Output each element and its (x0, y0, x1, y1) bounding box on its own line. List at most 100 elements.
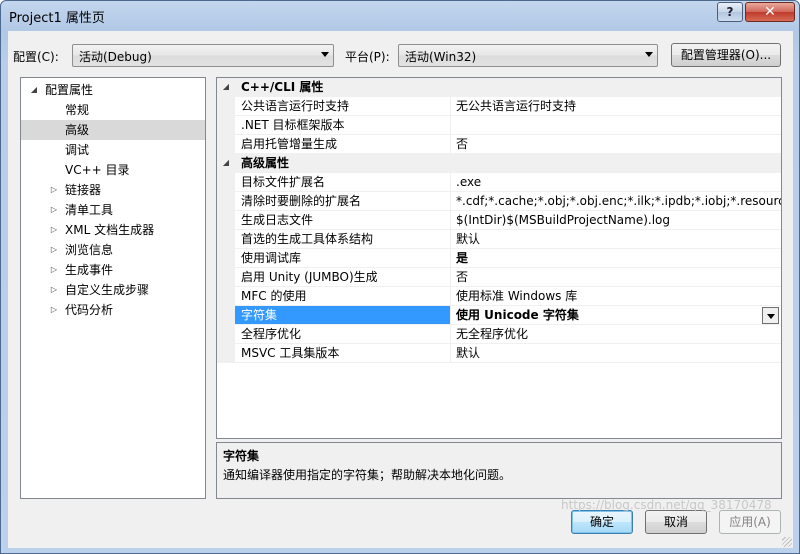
dialog-window: Project1 属性页 ? ✕ 配置(C): 活动(Debug) 平台(P):… (0, 0, 800, 554)
help-button[interactable]: ? (717, 2, 743, 22)
description-text: 通知编译器使用指定的字符集；帮助解决本地化问题。 (223, 468, 512, 482)
configuration-value: 活动(Debug) (79, 50, 152, 64)
property-name: .NET 目标框架版本 (235, 116, 451, 135)
tree-item-general[interactable]: 常规 (21, 100, 205, 120)
tree-item-xml-doc-generator[interactable]: ▷ XML 文档生成器 (21, 220, 205, 240)
property-value[interactable]: 使用 Unicode 字符集 (451, 306, 781, 325)
property-row[interactable]: 启用 Unity (JUMBO)生成 否 (217, 268, 781, 287)
property-name: 目标文件扩展名 (235, 173, 451, 192)
expand-icon[interactable]: ▷ (49, 220, 59, 240)
resize-grip-icon[interactable] (782, 537, 792, 547)
property-value[interactable]: 使用标准 Windows 库 (451, 287, 781, 306)
configuration-manager-button[interactable]: 配置管理器(O)... (671, 43, 781, 67)
apply-button[interactable]: 应用(A) (719, 510, 781, 534)
property-name: 全程序优化 (235, 325, 451, 344)
row-gutter (217, 230, 235, 249)
expand-icon[interactable]: ▷ (49, 240, 59, 260)
row-gutter (217, 306, 235, 325)
collapse-icon[interactable]: ◢ (217, 78, 235, 97)
property-row[interactable]: 使用调试库 是 (217, 249, 781, 268)
property-row-selected[interactable]: 字符集 使用 Unicode 字符集 (217, 306, 781, 325)
property-row[interactable]: 清除时要删除的扩展名 *.cdf;*.cache;*.obj;*.obj.enc… (217, 192, 781, 211)
tree-item-label: 自定义生成步骤 (65, 283, 150, 297)
platform-dropdown[interactable]: 活动(Win32) (398, 44, 658, 67)
tree-item-advanced[interactable]: 高级 (21, 120, 205, 140)
property-name: MSVC 工具集版本 (235, 344, 451, 363)
property-value[interactable]: 无公共语言运行时支持 (451, 97, 781, 116)
property-value[interactable]: .exe (451, 173, 781, 192)
category-name: 高级属性 (241, 156, 290, 170)
configuration-dropdown[interactable]: 活动(Debug) (72, 44, 334, 67)
property-row[interactable]: 首选的生成工具体系结构 默认 (217, 230, 781, 249)
expand-icon[interactable]: ▷ (49, 200, 59, 220)
expand-icon[interactable]: ▷ (49, 300, 59, 320)
property-name: 使用调试库 (235, 249, 451, 268)
collapse-icon[interactable]: ◢ (29, 80, 39, 100)
property-category-tree[interactable]: ◢ 配置属性 常规 高级 调试 VC++ 目录 ▷ 链接器 ▷ 清单工具 ▷ X… (20, 77, 206, 499)
expand-icon[interactable]: ▷ (49, 260, 59, 280)
property-name: 启用 Unity (JUMBO)生成 (235, 268, 451, 287)
chevron-down-icon (321, 52, 329, 57)
property-row[interactable]: MSVC 工具集版本 默认 (217, 344, 781, 363)
property-row[interactable]: .NET 目标框架版本 (217, 116, 781, 135)
row-gutter (217, 135, 235, 154)
title-bar[interactable]: Project1 属性页 ? ✕ (1, 1, 799, 31)
value-dropdown-button[interactable] (762, 307, 779, 324)
tree-item-configuration-properties[interactable]: ◢ 配置属性 (21, 80, 205, 100)
expand-icon[interactable]: ▷ (49, 180, 59, 200)
cancel-button[interactable]: 取消 (645, 510, 707, 534)
property-row[interactable]: 全程序优化 无全程序优化 (217, 325, 781, 344)
tree-item-manifest-tool[interactable]: ▷ 清单工具 (21, 200, 205, 220)
tree-item-linker[interactable]: ▷ 链接器 (21, 180, 205, 200)
window-title: Project1 属性页 (9, 11, 105, 26)
tree-item-label: 高级 (65, 123, 90, 137)
property-row[interactable]: MFC 的使用 使用标准 Windows 库 (217, 287, 781, 306)
tree-item-label: 代码分析 (65, 303, 114, 317)
tree-item-vc-directories[interactable]: VC++ 目录 (21, 160, 205, 180)
property-row[interactable]: 目标文件扩展名 .exe (217, 173, 781, 192)
property-name: 公共语言运行时支持 (235, 97, 451, 116)
tree-item-code-analysis[interactable]: ▷ 代码分析 (21, 300, 205, 320)
tree-item-label: 常规 (65, 103, 90, 117)
configuration-label: 配置(C): (13, 50, 59, 64)
row-gutter (217, 268, 235, 287)
property-name: 首选的生成工具体系结构 (235, 230, 451, 249)
ok-button[interactable]: 确定 (571, 510, 633, 534)
category-name: C++/CLI 属性 (241, 80, 324, 94)
property-row[interactable]: 启用托管增量生成 否 (217, 135, 781, 154)
tree-item-custom-build-step[interactable]: ▷ 自定义生成步骤 (21, 280, 205, 300)
category-row[interactable]: ◢ C++/CLI 属性 (217, 78, 781, 97)
property-name: 字符集 (235, 306, 451, 325)
expand-icon[interactable]: ▷ (49, 280, 59, 300)
tree-item-build-events[interactable]: ▷ 生成事件 (21, 260, 205, 280)
tree-item-label: XML 文档生成器 (65, 223, 155, 237)
collapse-icon[interactable]: ◢ (217, 154, 235, 173)
tree-item-label: 调试 (65, 143, 90, 157)
platform-label: 平台(P): (345, 50, 390, 64)
watermark: https://blog.csdn.net/qq_38170478 (561, 498, 772, 512)
property-value[interactable]: 否 (451, 268, 781, 287)
property-value[interactable]: 无全程序优化 (451, 325, 781, 344)
property-name: 启用托管增量生成 (235, 135, 451, 154)
property-value[interactable]: 默认 (451, 344, 781, 363)
tree-item-label: VC++ 目录 (65, 163, 130, 177)
tree-item-debugging[interactable]: 调试 (21, 140, 205, 160)
description-pane: 字符集 通知编译器使用指定的字符集；帮助解决本地化问题。 (216, 442, 782, 499)
property-grid[interactable]: ◢ C++/CLI 属性 公共语言运行时支持 无公共语言运行时支持 .NET 目… (216, 77, 782, 439)
row-gutter (217, 97, 235, 116)
property-row[interactable]: 生成日志文件 $(IntDir)$(MSBuildProjectName).lo… (217, 211, 781, 230)
tree-item-label: 配置属性 (45, 83, 94, 97)
property-value[interactable]: $(IntDir)$(MSBuildProjectName).log (451, 211, 781, 230)
row-gutter (217, 116, 235, 135)
property-value[interactable]: 否 (451, 135, 781, 154)
category-row[interactable]: ◢ 高级属性 (217, 154, 781, 173)
close-button[interactable]: ✕ (745, 2, 795, 22)
property-value[interactable] (451, 116, 781, 135)
tree-item-browse-information[interactable]: ▷ 浏览信息 (21, 240, 205, 260)
property-value[interactable]: *.cdf;*.cache;*.obj;*.obj.enc;*.ilk;*.ip… (451, 192, 781, 211)
tree-item-label: 清单工具 (65, 203, 114, 217)
property-value[interactable]: 是 (451, 249, 781, 268)
property-row[interactable]: 公共语言运行时支持 无公共语言运行时支持 (217, 97, 781, 116)
property-value[interactable]: 默认 (451, 230, 781, 249)
row-gutter (217, 287, 235, 306)
